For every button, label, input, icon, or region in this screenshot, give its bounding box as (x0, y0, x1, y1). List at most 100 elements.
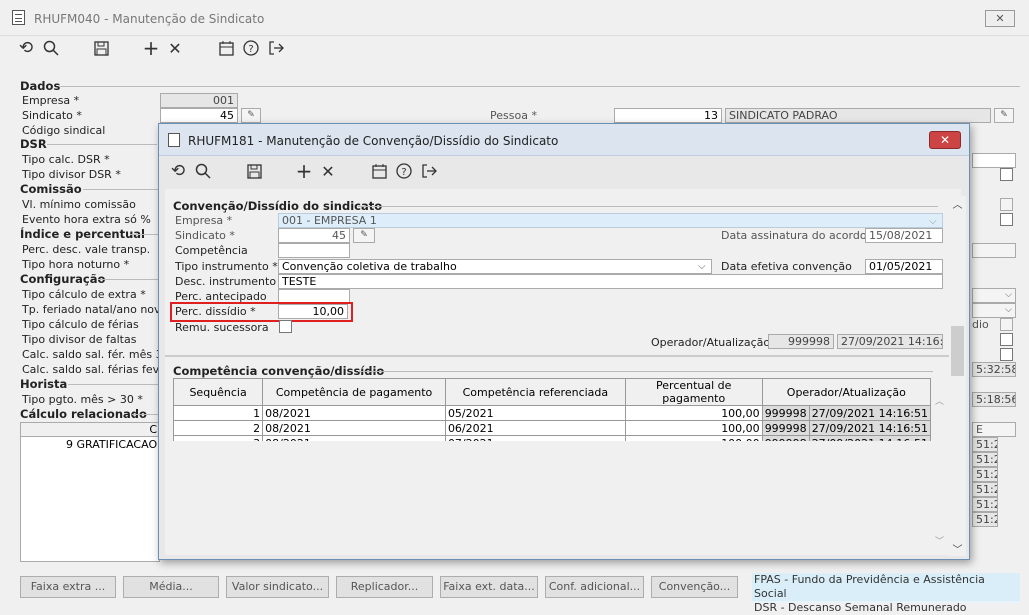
cell-seq[interactable]: 2 (172, 420, 264, 436)
label-tipo-calc-dsr: Tipo calc. DSR * (22, 153, 110, 166)
modal-scroll-thumb[interactable] (951, 326, 964, 376)
exit-icon[interactable] (265, 37, 287, 59)
right-grid-header: E (972, 422, 1016, 437)
sindicato-lookup-button[interactable]: ✎ (241, 108, 261, 123)
column-header[interactable]: Competência referenciada (444, 378, 626, 406)
save-icon[interactable] (243, 160, 265, 182)
pessoa-lookup-button[interactable]: ✎ (994, 108, 1014, 123)
cell-perc[interactable]: 100,00 (624, 420, 763, 436)
modal-body: Convenção/Dissídio do sindicato Empresa … (165, 189, 961, 555)
search-icon[interactable] (192, 160, 214, 182)
divider (83, 189, 158, 190)
cell-comp-ref[interactable]: 06/2021 (444, 420, 626, 436)
data-efetiva-field[interactable]: 01/05/2021 (865, 259, 943, 274)
sindicato-field[interactable]: 45 (160, 108, 238, 123)
right-time-row: 51:21 (972, 437, 998, 452)
cell-comp-pag[interactable]: 08/2021 (262, 405, 446, 421)
table-scrollbar[interactable]: ︿ ﹀ (931, 394, 948, 547)
right-select-2[interactable]: ⌵ (972, 303, 1016, 318)
chevron-down-icon[interactable]: ⌵ (929, 216, 937, 227)
perc-dissidio-field[interactable]: 10,00 (278, 304, 348, 319)
remu-sucessora-checkbox[interactable] (279, 320, 292, 333)
button-6[interactable]: Convenção... (651, 576, 738, 598)
section-indice: Índice e percentual (20, 227, 145, 241)
right-time-row: 51:21 (972, 482, 998, 497)
cell-seq[interactable]: 1 (172, 405, 264, 421)
right-checkbox-2[interactable] (1000, 198, 1013, 211)
label-perc-vale: Perc. desc. vale transp. (22, 243, 151, 256)
chevron-down-icon[interactable]: ⌵ (698, 261, 706, 272)
button-1[interactable]: Média... (123, 576, 219, 598)
empresa-select[interactable]: 001 - EMPRESA 1 (278, 213, 943, 228)
table-header-row: Sequência Competência de pagamento Competê… (172, 378, 932, 406)
divider (47, 144, 157, 145)
button-3[interactable]: Replicador... (336, 576, 433, 598)
column-header[interactable]: Percentual de pagamento (624, 378, 763, 406)
desc-instrumento-field[interactable]: TESTE (278, 274, 943, 289)
footer-note-fpas: FPAS - Fundo da Previdência e Assistênci… (752, 573, 1020, 601)
button-5[interactable]: Conf. adicional... (545, 576, 644, 598)
sindicato-lookup-button[interactable]: ✎ (353, 228, 375, 243)
tipo-instrumento-select[interactable]: Convenção coletiva de trabalho (278, 259, 712, 274)
button-0[interactable]: Faixa extra ... (20, 576, 116, 598)
help-icon[interactable]: ? (393, 160, 415, 182)
label-empresa: Empresa * (175, 214, 233, 227)
undo-icon[interactable]: ⟲ (15, 37, 37, 59)
pessoa-code-field[interactable]: 13 (614, 108, 722, 123)
delete-icon[interactable]: ✕ (317, 160, 339, 182)
empresa-field[interactable]: 001 (160, 93, 238, 108)
main-close-button[interactable]: ✕ (985, 10, 1015, 27)
right-checkbox-3[interactable] (1000, 213, 1013, 226)
cell-date[interactable]: 27/09/2021 14:16:51 (808, 420, 932, 436)
column-header[interactable]: Operador/Atualização (761, 378, 932, 406)
table-row[interactable]: 1 08/2021 05/2021 100,00 999998 27/09/2021 14… (172, 405, 932, 421)
help-icon[interactable]: ? (240, 37, 262, 59)
add-icon[interactable]: + (140, 36, 162, 60)
calendar-icon[interactable] (368, 160, 390, 182)
cell-op[interactable]: 999998 (761, 420, 810, 436)
calculo-row[interactable]: 9 GRATIFICACAO I (66, 438, 160, 451)
right-checkbox-6[interactable] (1000, 348, 1013, 361)
calendar-icon[interactable] (215, 37, 237, 59)
modal-close-button[interactable]: ✕ (929, 131, 961, 149)
button-2[interactable]: Valor sindicato... (226, 576, 329, 598)
right-select-1[interactable]: ⌵ (972, 288, 1016, 303)
save-icon[interactable] (90, 37, 112, 59)
right-checkbox-1[interactable] (1000, 168, 1013, 181)
right-checkbox-4[interactable] (1000, 318, 1013, 331)
calculo-grid-header: C (20, 422, 160, 437)
data-assinatura-field[interactable]: 15/08/2021 (865, 228, 943, 243)
cell-perc[interactable]: 100,00 (624, 405, 763, 421)
label-tipo-calc-extra: Tipo cálculo de extra * (22, 288, 146, 301)
competencia-field[interactable] (278, 243, 350, 258)
undo-icon[interactable]: ⟲ (167, 160, 189, 182)
svg-text:?: ? (401, 167, 406, 178)
table-row[interactable]: 2 08/2021 06/2021 100,00 999998 27/09/2021 14… (172, 420, 932, 436)
modal-app-icon (168, 133, 180, 147)
right-time-row: 51:21 (972, 497, 998, 512)
cell-op[interactable]: 999998 (761, 405, 810, 421)
right-time-row: 51:21 (972, 452, 998, 467)
label-tipo-divisor-faltas: Tipo divisor de faltas (22, 333, 137, 346)
sindicato-field[interactable]: 45 (278, 228, 350, 243)
right-checkbox-5[interactable] (1000, 333, 1013, 346)
cell-date[interactable]: 27/09/2021 14:16:51 (808, 405, 932, 421)
delete-icon[interactable]: ✕ (164, 37, 186, 59)
right-field-1[interactable] (972, 153, 1016, 168)
column-header[interactable]: Sequência (172, 378, 264, 406)
cell-comp-ref[interactable]: 05/2021 (444, 405, 626, 421)
search-icon[interactable] (40, 37, 62, 59)
add-icon[interactable]: + (293, 159, 315, 183)
column-header[interactable]: Competência de pagamento (262, 378, 446, 406)
button-4[interactable]: Faixa ext. data... (440, 576, 538, 598)
footer-note-dsr: DSR - Descanso Semanal Remunerado (754, 601, 967, 614)
app-icon (12, 10, 25, 25)
right-time-1: 5:32:58 (972, 362, 1016, 377)
exit-icon[interactable] (418, 160, 440, 182)
label-tipo-instrumento: Tipo instrumento * (175, 260, 278, 273)
right-field-2[interactable] (972, 243, 1016, 258)
cell-comp-pag[interactable]: 08/2021 (262, 420, 446, 436)
modal-scrollbar[interactable]: ︿ ﹀ (949, 196, 966, 556)
section-separator (165, 355, 951, 357)
section-dados: Dados (20, 79, 61, 93)
